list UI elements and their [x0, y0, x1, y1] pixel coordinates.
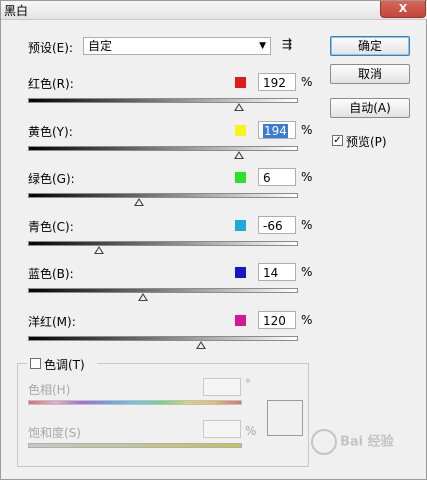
- channel-color-swatch: [235, 267, 246, 278]
- hue-unit: °: [245, 377, 251, 391]
- channel-slider[interactable]: [28, 241, 298, 246]
- channel-value: 14: [263, 266, 279, 280]
- preset-value: 自定: [88, 39, 113, 53]
- saturation-input[interactable]: [203, 420, 241, 438]
- channel-slider[interactable]: [28, 288, 298, 293]
- channel-value: 120: [263, 314, 286, 328]
- cancel-button[interactable]: 取消: [330, 64, 410, 84]
- paw-logo-icon: [311, 429, 337, 455]
- channel-value-input[interactable]: 192: [258, 73, 296, 91]
- channel-color-swatch: [235, 315, 246, 326]
- channel-label: 青色(C):: [28, 220, 74, 234]
- channel-value-input[interactable]: 194: [258, 121, 296, 139]
- chevron-down-icon: ▼: [259, 41, 266, 51]
- channel-value: 194: [263, 124, 288, 138]
- hue-slider[interactable]: [28, 400, 242, 405]
- tint-label: 色调(T): [44, 358, 85, 372]
- percent-unit: %: [301, 75, 313, 89]
- channel-slider[interactable]: [28, 146, 298, 151]
- check-icon: ✓: [333, 135, 342, 146]
- saturation-label: 饱和度(S): [28, 426, 81, 440]
- tint-header: 色调(T): [27, 356, 97, 372]
- dialog-title: 黑白: [4, 4, 29, 18]
- channel-value: 192: [263, 76, 286, 90]
- channel-label: 红色(R):: [28, 77, 74, 91]
- channel-value-input[interactable]: 14: [258, 263, 296, 281]
- slider-thumb[interactable]: [134, 198, 144, 206]
- ok-button[interactable]: 确定: [330, 36, 410, 56]
- percent-unit: %: [301, 123, 313, 137]
- channel-value: -66: [263, 219, 283, 233]
- hue-label: 色相(H): [28, 383, 71, 397]
- channel-value-input[interactable]: -66: [258, 216, 296, 234]
- hue-input[interactable]: [203, 378, 241, 396]
- channel-value-input[interactable]: 6: [258, 168, 296, 186]
- percent-unit: %: [301, 170, 313, 184]
- preset-menu-icon[interactable]: ⇶: [282, 37, 292, 51]
- channel-label: 蓝色(B):: [28, 267, 74, 281]
- tint-checkbox[interactable]: [30, 358, 41, 369]
- slider-thumb[interactable]: [234, 103, 244, 111]
- close-button[interactable]: X: [380, 1, 426, 18]
- preset-dropdown[interactable]: 自定 ▼: [83, 37, 271, 55]
- channel-slider[interactable]: [28, 336, 298, 341]
- slider-thumb[interactable]: [138, 293, 148, 301]
- preset-label: 预设(E):: [28, 41, 73, 55]
- channel-color-swatch: [235, 125, 246, 136]
- channel-value: 6: [263, 171, 271, 185]
- watermark-text: Bai 经验: [340, 434, 394, 450]
- channel-label: 绿色(G):: [28, 172, 75, 186]
- channel-slider[interactable]: [28, 98, 298, 103]
- slider-thumb[interactable]: [94, 246, 104, 254]
- channel-color-swatch: [235, 220, 246, 231]
- channel-label: 洋红(M):: [28, 315, 76, 329]
- channel-label: 黄色(Y):: [28, 125, 73, 139]
- channel-value-input[interactable]: 120: [258, 311, 296, 329]
- saturation-unit: %: [245, 424, 257, 438]
- channel-color-swatch: [235, 172, 246, 183]
- saturation-slider[interactable]: [28, 443, 242, 448]
- preview-label: 预览(P): [346, 135, 387, 149]
- black-white-dialog: 黑白 X 预设(E): 自定 ▼ ⇶ 红色(R): 192% 黄色(Y): 194% 绿…: [0, 0, 427, 480]
- auto-button[interactable]: 自动(A): [330, 98, 410, 118]
- channel-slider[interactable]: [28, 193, 298, 198]
- percent-unit: %: [301, 265, 313, 279]
- slider-thumb[interactable]: [196, 341, 206, 349]
- tint-color-swatch[interactable]: [267, 400, 303, 436]
- percent-unit: %: [301, 313, 313, 327]
- channel-color-swatch: [235, 77, 246, 88]
- percent-unit: %: [301, 218, 313, 232]
- watermark: Bai 经验: [311, 429, 394, 455]
- title-bar: 黑白 X: [1, 1, 427, 20]
- slider-thumb[interactable]: [234, 151, 244, 159]
- tint-group: [17, 363, 309, 467]
- preview-checkbox[interactable]: ✓: [332, 135, 343, 146]
